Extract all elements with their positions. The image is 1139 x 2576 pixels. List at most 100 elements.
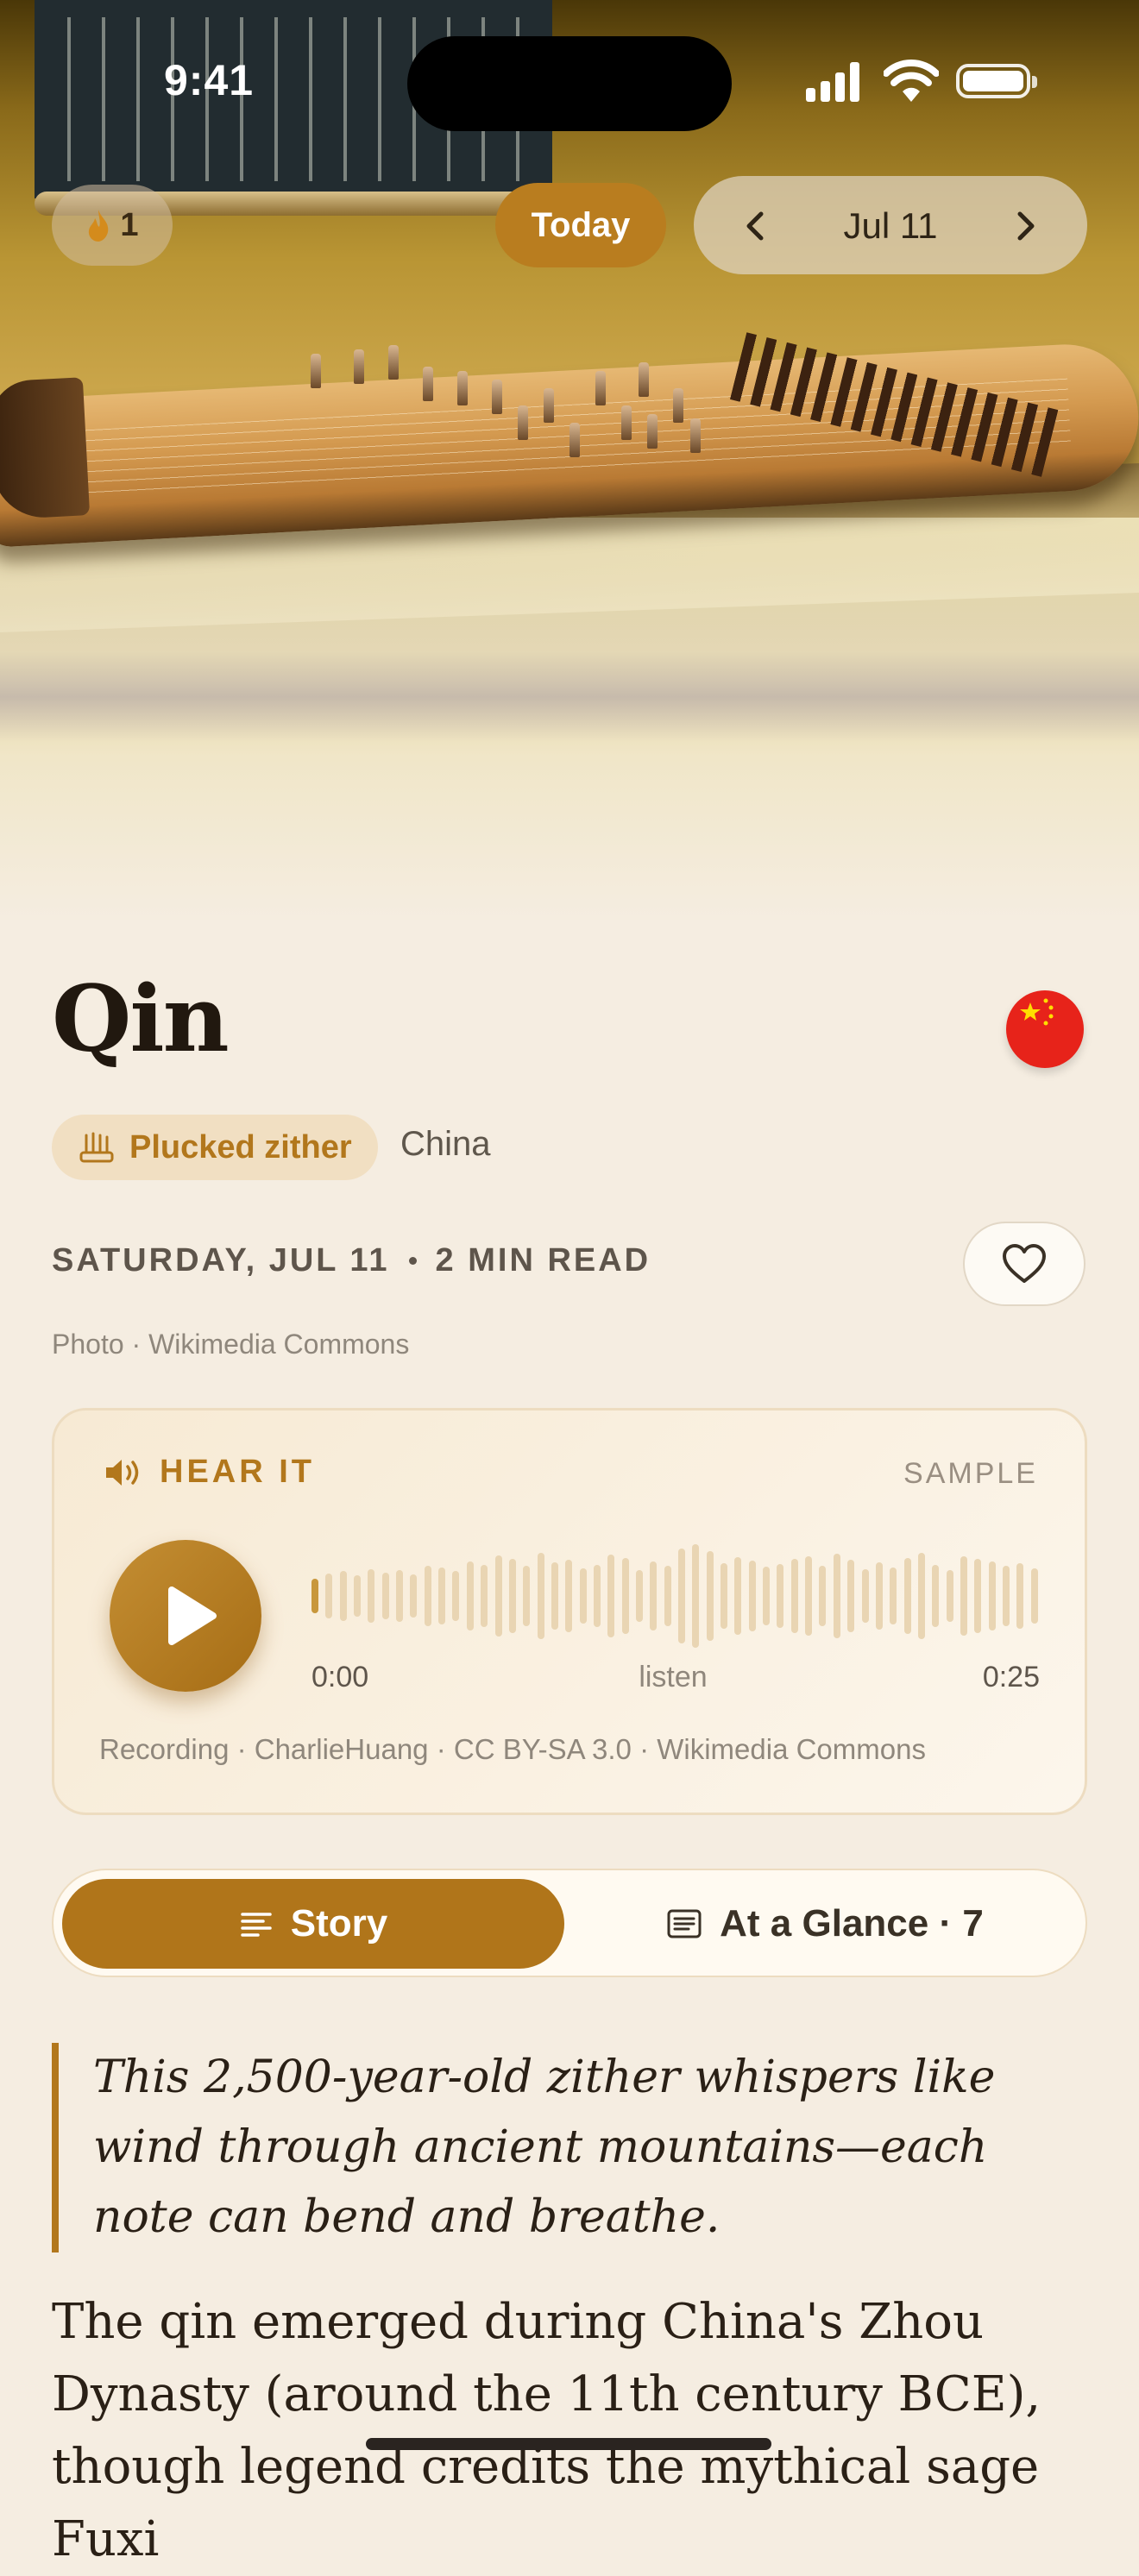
audio-waveform-scrubber[interactable] [311,1531,1045,1661]
qin-bridge [457,371,468,405]
waveform-bar [960,1556,967,1636]
tab-story[interactable]: Story [62,1879,564,1969]
waveform-bar [763,1567,771,1625]
qin-bridge [595,371,606,405]
duration: 0:25 [982,1661,1040,1693]
waveform-bar [946,1570,953,1622]
recording-attribution: Recording · CharlieHuang · CC BY-SA 3.0 … [99,1733,926,1765]
sample-badge: SAMPLE [903,1457,1038,1490]
waveform-bar [1030,1568,1038,1624]
qin-bridge [354,349,364,384]
waveform-bar [551,1562,558,1630]
chevron-right-icon [1017,211,1035,241]
waveform-bar [890,1568,897,1624]
pull-quote-text: This 2,500-year-old zither whispers like… [93,2051,996,2243]
country-label: China [400,1125,491,1163]
waveform-bar [1016,1563,1024,1629]
qin-bridge [647,414,658,449]
waveform-bar [748,1561,756,1631]
next-day-button[interactable] [999,200,1051,252]
waveform-bar [381,1573,389,1619]
category-chip[interactable]: Plucked zither [52,1115,378,1180]
listen-label: listen [639,1661,708,1693]
instrument-title: Qin [52,964,230,1072]
list-card-icon [667,1909,702,1938]
streak-badge[interactable]: 1 [52,185,173,266]
waveform-bar [508,1559,516,1633]
streak-count: 1 [120,206,139,243]
waveform-bar [354,1575,362,1617]
separator-dot [408,1257,417,1265]
waveform-bar [607,1555,615,1637]
home-indicator[interactable] [366,2438,771,2450]
pull-quote: This 2,500-year-old zither whispers like… [52,2043,1070,2252]
date-navigator: Jul 11 [694,176,1087,274]
waveform-bar [579,1568,587,1624]
waveform-bar [847,1560,855,1632]
waveform-bar [988,1561,996,1630]
qin-bridge [673,388,683,423]
content-tabs: Story At a Glance · 7 [52,1869,1087,1977]
dynamic-island [407,36,732,131]
waveform-bar [734,1557,742,1635]
waveform-bar [537,1553,544,1639]
audio-heading: HEAR IT [103,1454,315,1491]
audio-heading-label: HEAR IT [160,1454,315,1490]
waveform-bar [635,1570,643,1622]
waveform-bar [692,1544,700,1648]
qin-bridge [570,423,580,457]
waveform-bar [1002,1566,1010,1626]
photo-credit: Photo · Wikimedia Commons [52,1329,410,1360]
text-lines-icon [241,1913,272,1937]
hero-photo [0,0,1139,923]
waveform-bar [875,1562,883,1630]
waveform-bar [466,1561,474,1630]
waveform-bar [410,1574,418,1618]
qin-bridge [639,362,649,397]
heart-icon [1003,1244,1046,1283]
waveform-bar [650,1561,658,1630]
waveform-bar [903,1558,911,1634]
tab-at-a-glance[interactable]: At a Glance · 7 [583,1879,1067,1969]
waveform-bar [833,1554,840,1638]
qin-bridge [518,405,528,440]
waveform-bar [917,1553,925,1639]
waveform-bar [706,1551,714,1641]
qin-bridges [293,345,701,483]
waveform-bar [565,1560,573,1632]
waveform-bar [325,1574,333,1618]
waveform-bar [777,1564,784,1628]
speaker-icon [106,1459,139,1486]
tab-glance-label: At a Glance · 7 [720,1902,984,1945]
cellular-signal-icon [806,62,861,102]
waveform-bar [819,1566,827,1626]
zither-icon [79,1132,114,1163]
waveform-bar [664,1566,671,1626]
waveform-bar [396,1570,404,1622]
waveform-bar [721,1563,728,1629]
qin-bridge [544,388,554,423]
waveform-bar [368,1569,375,1623]
qin-bridge [621,405,632,440]
waveform-bar [424,1566,431,1626]
battery-icon [956,64,1037,98]
waveform-bar [593,1565,601,1627]
waveform-bar [438,1568,446,1624]
favorite-button[interactable] [963,1222,1086,1306]
qin-bridge [388,345,399,380]
today-button[interactable]: Today [495,183,666,267]
article-meta: SATURDAY, JUL 11 2 MIN READ [52,1242,651,1279]
waveform-bar [311,1579,318,1613]
qin-bridge [492,380,502,414]
waveform-bar [452,1571,460,1621]
waveform-bar [861,1569,869,1623]
waveform-bar [523,1566,531,1626]
waveform-bar [481,1565,488,1627]
waveform-bar [932,1565,940,1627]
category-label: Plucked zither [129,1128,352,1165]
qin-bridge [423,367,433,401]
waveform-bar [339,1571,347,1621]
status-time: 9:41 [164,56,255,104]
audio-player-card: HEAR IT SAMPLE 0:00 listen 0:25 Recordin… [52,1408,1087,1815]
waveform-bar [494,1555,502,1637]
